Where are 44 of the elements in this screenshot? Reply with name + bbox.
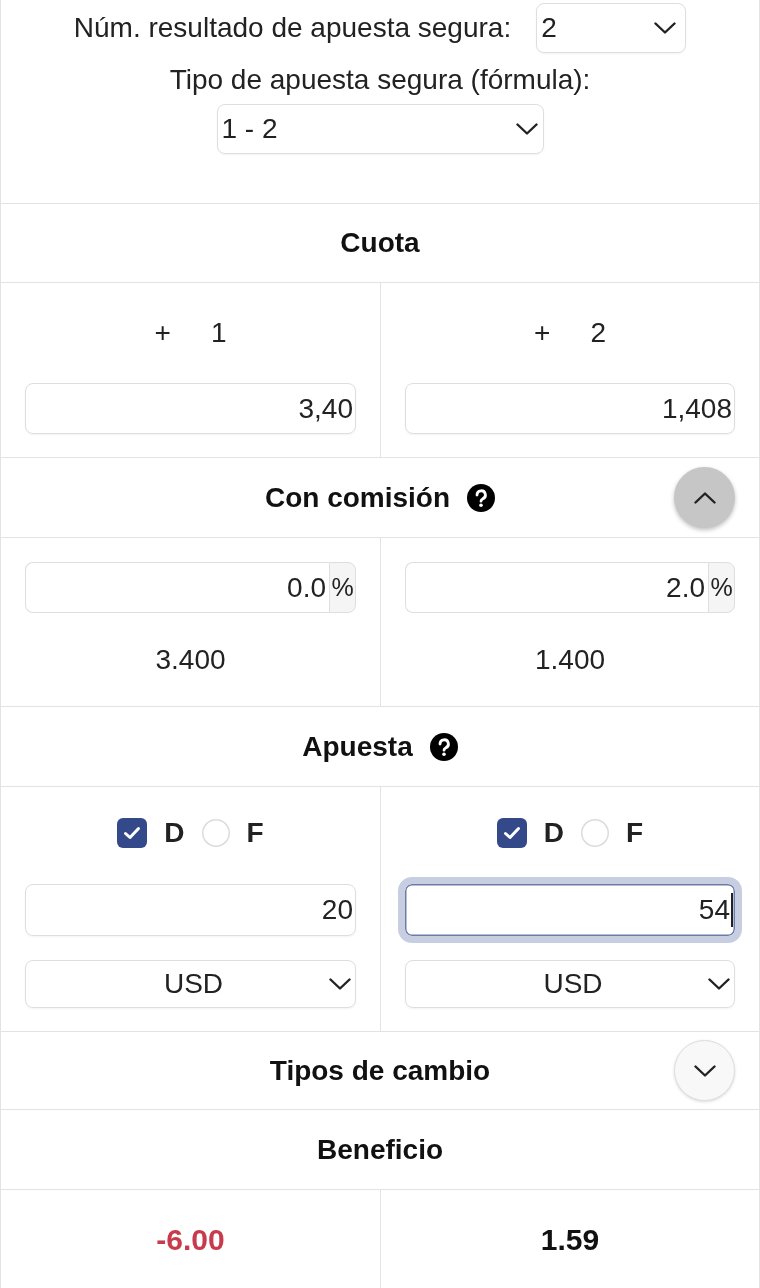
adjusted-odds: 3.400 — [154, 643, 227, 677]
profit-value: 1.59 — [540, 1223, 600, 1257]
radio-button[interactable] — [201, 819, 230, 847]
text-cursor — [731, 893, 733, 927]
odds-input[interactable]: 1,408 — [405, 383, 735, 434]
section-title: Beneficio — [317, 1132, 443, 1167]
chevron-down-icon — [708, 978, 730, 990]
chevron-down-icon — [515, 123, 538, 135]
field-label: Núm. resultado de apuesta segura: — [73, 11, 512, 45]
option-label: D — [164, 816, 185, 850]
stake-input[interactable]: 54 — [398, 877, 742, 943]
plus-sign: + — [154, 316, 171, 350]
commission-input[interactable]: 2.0 — [405, 562, 708, 613]
chevron-down-icon — [329, 978, 351, 990]
checkbox[interactable] — [496, 818, 527, 848]
chevron-up-icon — [693, 491, 716, 504]
plus-sign: + — [534, 316, 551, 350]
unit-label: % — [708, 562, 735, 613]
outcome-label: 1 — [210, 316, 227, 350]
currency-select[interactable]: USD — [405, 960, 735, 1008]
field-label: Tipo de apuesta segura (fórmula): — [169, 63, 591, 97]
option-label: F — [626, 816, 644, 850]
chevron-down-icon — [693, 1064, 716, 1077]
formula-select[interactable]: 1 - 2 — [216, 104, 544, 154]
currency-select[interactable]: USD — [25, 960, 356, 1008]
option-label: D — [543, 816, 565, 850]
unit-label: % — [329, 562, 356, 613]
section-title: Cuota — [340, 226, 420, 260]
adjusted-odds: 1.400 — [533, 643, 607, 677]
section-title: Apuesta — [302, 729, 413, 764]
outcome-label: 2 — [590, 316, 606, 350]
checkbox[interactable] — [117, 818, 148, 848]
radio-button[interactable] — [581, 819, 610, 847]
profit-value: -6.00 — [156, 1223, 225, 1257]
commission-input[interactable]: 0.0 — [25, 562, 329, 613]
section-title: Con comisión — [264, 480, 451, 515]
outcomes-select[interactable]: 2 — [536, 3, 687, 53]
odds-input[interactable]: 3,40 — [25, 383, 356, 434]
section-title: Tipos de cambio — [269, 1053, 491, 1088]
toggle-button[interactable] — [674, 467, 735, 528]
chevron-down-icon — [654, 22, 677, 34]
stake-input[interactable]: 20 — [25, 884, 356, 936]
toggle-button[interactable] — [674, 1040, 735, 1101]
option-label: F — [246, 816, 264, 850]
